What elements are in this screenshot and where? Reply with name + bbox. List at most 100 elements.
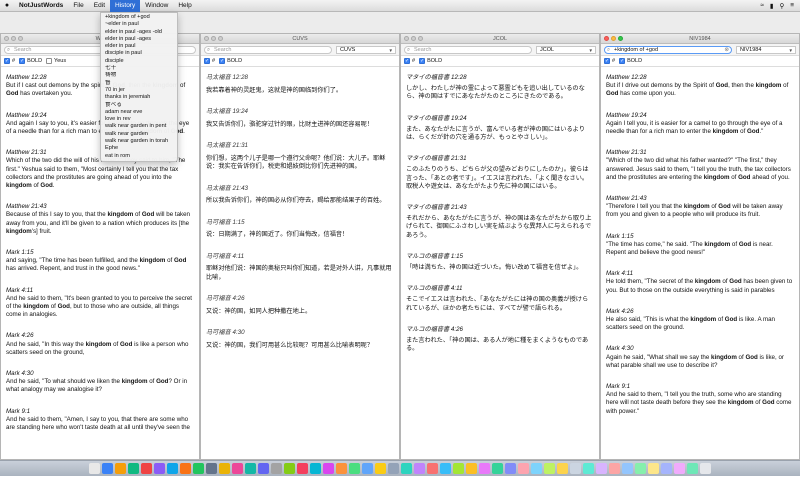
verse-reference[interactable]: Matthew 21:43	[606, 195, 794, 203]
dock-app-icon[interactable]	[544, 463, 555, 474]
dock-app-icon[interactable]	[128, 463, 139, 474]
dock-app-icon[interactable]	[271, 463, 282, 474]
dock-app-icon[interactable]	[89, 463, 100, 474]
history-menu-item[interactable]: thanks in jeremiah	[101, 94, 177, 101]
verse-reference[interactable]: マルコの福音書 1:15	[406, 253, 594, 261]
option-bold[interactable]: ✓ BOLD	[419, 58, 442, 64]
verse-reference[interactable]: Matthew 12:28	[606, 74, 794, 82]
history-menu-item[interactable]: 食べる	[101, 102, 177, 109]
option-bold[interactable]: ✓ BOLD	[219, 58, 242, 64]
close-icon[interactable]	[604, 36, 609, 41]
dock-app-icon[interactable]	[232, 463, 243, 474]
menu-help[interactable]: Help	[173, 0, 196, 12]
verse-reference[interactable]: 马太福音 21:31	[206, 142, 394, 151]
battery-icon[interactable]: ▮	[770, 2, 774, 10]
dock-app-icon[interactable]	[102, 463, 113, 474]
apple-menu-icon[interactable]: ●	[0, 2, 14, 9]
zoom-icon[interactable]	[218, 36, 223, 41]
dock-app-icon[interactable]	[388, 463, 399, 474]
verse-reference[interactable]: Matthew 21:43	[6, 203, 194, 211]
history-menu-item[interactable]: ~elder in paul	[101, 21, 177, 28]
verse-reference[interactable]: Mark 4:26	[606, 308, 794, 316]
option-number[interactable]: ✓ #	[604, 58, 615, 64]
dock-app-icon[interactable]	[505, 463, 516, 474]
dock-app-icon[interactable]	[674, 463, 685, 474]
verse-reference[interactable]: Mark 1:15	[6, 249, 194, 257]
zoom-icon[interactable]	[418, 36, 423, 41]
option-number[interactable]: ✓ #	[204, 58, 215, 64]
verse-reference[interactable]: Mark 4:11	[606, 270, 794, 278]
dock-app-icon[interactable]	[375, 463, 386, 474]
dock-app-icon[interactable]	[284, 463, 295, 474]
close-icon[interactable]	[404, 36, 409, 41]
dock-app-icon[interactable]	[193, 463, 204, 474]
history-menu-item[interactable]: 70 in jer	[101, 87, 177, 94]
checkbox[interactable]: ✓	[204, 58, 210, 64]
wifi-icon[interactable]: ≈	[760, 2, 764, 10]
list-icon[interactable]: ≡	[790, 2, 794, 10]
version-select[interactable]: NIV1984 ▼	[736, 45, 796, 54]
dock-app-icon[interactable]	[349, 463, 360, 474]
dock-app-icon[interactable]	[453, 463, 464, 474]
verse-reference[interactable]: マタイの福音書 21:43	[406, 204, 594, 212]
version-select[interactable]: CUVS ▼	[336, 45, 396, 54]
checkbox[interactable]: ✓	[419, 58, 426, 64]
dock-app-icon[interactable]	[362, 463, 373, 474]
history-menu-item[interactable]: walk near garden	[101, 131, 177, 138]
dock-app-icon[interactable]	[661, 463, 672, 474]
menu-app[interactable]: NotJustWords	[14, 0, 68, 12]
dock-app-icon[interactable]	[648, 463, 659, 474]
menu-history[interactable]: History	[110, 0, 141, 12]
checkbox[interactable]: ✓	[604, 58, 610, 64]
search-icon[interactable]: ⚲	[779, 2, 784, 10]
history-menu-item[interactable]: adam near eve	[101, 109, 177, 116]
history-menu-item[interactable]: eat in rom	[101, 153, 177, 160]
verse-reference[interactable]: Mark 1:15	[606, 233, 794, 241]
checkbox[interactable]: ✓	[19, 58, 26, 64]
verse-reference[interactable]: マルコの福音書 4:26	[406, 326, 594, 334]
dock-app-icon[interactable]	[297, 463, 308, 474]
dock-app-icon[interactable]	[180, 463, 191, 474]
verse-reference[interactable]: Mark 9:1	[606, 383, 794, 391]
history-menu-item[interactable]: 祷物	[101, 72, 177, 79]
minimize-icon[interactable]	[11, 36, 16, 41]
dock-app-icon[interactable]	[531, 463, 542, 474]
dock-app-icon[interactable]	[427, 463, 438, 474]
dock-app-icon[interactable]	[219, 463, 230, 474]
verse-reference[interactable]: 马太福音 19:24	[206, 108, 394, 117]
dock-app-icon[interactable]	[700, 463, 711, 474]
dock-app-icon[interactable]	[518, 463, 529, 474]
dock-app-icon[interactable]	[466, 463, 477, 474]
verse-reference[interactable]: マタイの福音書 12:28	[406, 74, 594, 82]
dock-app-icon[interactable]	[336, 463, 347, 474]
history-menu-item[interactable]: walk near garden in torah	[101, 138, 177, 145]
dock-app-icon[interactable]	[115, 463, 126, 474]
checkbox[interactable]	[46, 58, 53, 64]
verse-reference[interactable]: 马可福音 1:15	[206, 219, 394, 228]
clear-search-icon[interactable]: ⊗	[724, 47, 729, 53]
checkbox[interactable]: ✓	[404, 58, 410, 64]
verse-reference[interactable]: Mark 9:1	[6, 408, 194, 416]
verse-reference[interactable]: 马可福音 4:26	[206, 295, 394, 304]
dock-app-icon[interactable]	[167, 463, 178, 474]
dock-app-icon[interactable]	[154, 463, 165, 474]
dock-app-icon[interactable]	[622, 463, 633, 474]
option-bold[interactable]: ✓ BOLD	[19, 58, 42, 64]
verse-reference[interactable]: Matthew 21:31	[606, 149, 794, 157]
dock-app-icon[interactable]	[609, 463, 620, 474]
verse-reference[interactable]: 马可福音 4:11	[206, 253, 394, 262]
dock-app-icon[interactable]	[596, 463, 607, 474]
history-menu-item[interactable]: 督	[101, 80, 177, 87]
verse-reference[interactable]: 马可福音 4:30	[206, 329, 394, 338]
search-input[interactable]: ⌕ Search	[204, 45, 332, 54]
history-menu-item[interactable]: elder in paul -ages	[101, 36, 177, 43]
dock-app-icon[interactable]	[258, 463, 269, 474]
verse-reference[interactable]: マタイの福音書 21:31	[406, 155, 594, 163]
verse-reference[interactable]: マルコの福音書 4:11	[406, 285, 594, 293]
dock-app-icon[interactable]	[479, 463, 490, 474]
verse-reference[interactable]: Mark 4:26	[6, 332, 194, 340]
dock-app-icon[interactable]	[583, 463, 594, 474]
history-menu-item[interactable]: love in rev	[101, 116, 177, 123]
history-menu-item[interactable]: +kingdom of +god	[101, 14, 177, 21]
history-menu-item[interactable]: 七十	[101, 65, 177, 72]
